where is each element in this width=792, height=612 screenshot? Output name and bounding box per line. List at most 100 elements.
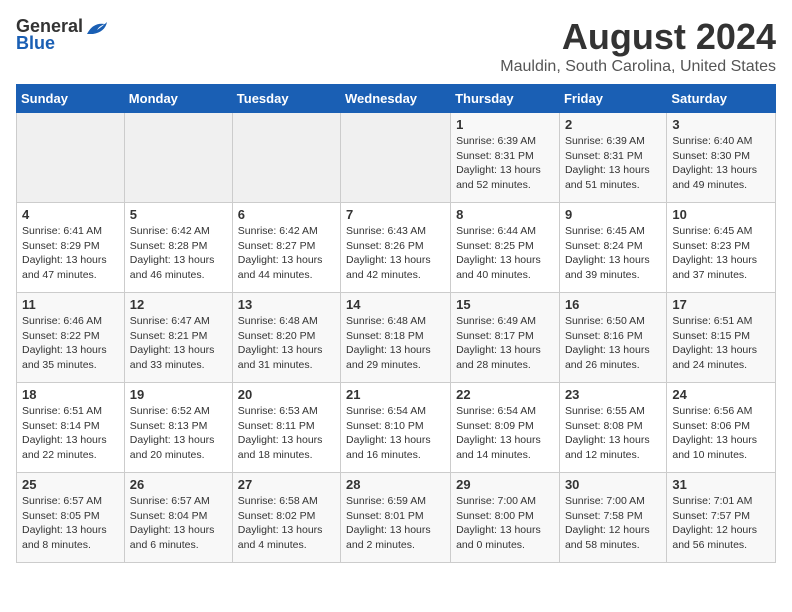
calendar-cell — [341, 113, 451, 203]
day-info: Sunrise: 6:45 AM Sunset: 8:24 PM Dayligh… — [565, 224, 661, 283]
calendar-cell: 3 Sunrise: 6:40 AM Sunset: 8:30 PM Daylig… — [667, 113, 776, 203]
day-info: Sunrise: 6:40 AM Sunset: 8:30 PM Dayligh… — [672, 134, 770, 193]
logo-blue-text: Blue — [16, 33, 55, 54]
calendar-cell: 14 Sunrise: 6:48 AM Sunset: 8:18 PM Dayli… — [341, 293, 451, 383]
day-info: Sunrise: 6:51 AM Sunset: 8:14 PM Dayligh… — [22, 404, 119, 463]
calendar-cell: 21 Sunrise: 6:54 AM Sunset: 8:10 PM Dayli… — [341, 383, 451, 473]
calendar-cell: 12 Sunrise: 6:47 AM Sunset: 8:21 PM Dayli… — [124, 293, 232, 383]
calendar-cell: 29Sunrise: 7:00 AM Sunset: 8:00 PM Dayli… — [451, 473, 560, 563]
day-number: 5 — [130, 207, 227, 222]
day-info: Sunrise: 7:00 AM Sunset: 7:58 PM Dayligh… — [565, 494, 661, 553]
calendar-cell: 24 Sunrise: 6:56 AM Sunset: 8:06 PM Dayli… — [667, 383, 776, 473]
day-number: 9 — [565, 207, 661, 222]
day-info: Sunrise: 6:59 AM Sunset: 8:01 PM Dayligh… — [346, 494, 445, 553]
day-number: 6 — [238, 207, 335, 222]
calendar-week-row: 4 Sunrise: 6:41 AM Sunset: 8:29 PM Daylig… — [17, 203, 776, 293]
day-number: 22 — [456, 387, 554, 402]
day-number: 15 — [456, 297, 554, 312]
day-number: 13 — [238, 297, 335, 312]
day-number: 7 — [346, 207, 445, 222]
calendar-cell: 2 Sunrise: 6:39 AM Sunset: 8:31 PM Daylig… — [559, 113, 666, 203]
day-info: Sunrise: 6:55 AM Sunset: 8:08 PM Dayligh… — [565, 404, 661, 463]
day-info: Sunrise: 6:39 AM Sunset: 8:31 PM Dayligh… — [565, 134, 661, 193]
day-number: 1 — [456, 117, 554, 132]
calendar-cell — [232, 113, 340, 203]
calendar-cell: 6 Sunrise: 6:42 AM Sunset: 8:27 PM Daylig… — [232, 203, 340, 293]
calendar-cell: 8Sunrise: 6:44 AM Sunset: 8:25 PM Daylig… — [451, 203, 560, 293]
calendar-cell: 15 Sunrise: 6:49 AM Sunset: 8:17 PM Dayli… — [451, 293, 560, 383]
calendar-cell: 17 Sunrise: 6:51 AM Sunset: 8:15 PM Dayli… — [667, 293, 776, 383]
calendar-cell: 23 Sunrise: 6:55 AM Sunset: 8:08 PM Dayli… — [559, 383, 666, 473]
calendar-cell: 25Sunrise: 6:57 AM Sunset: 8:05 PM Dayli… — [17, 473, 125, 563]
calendar-cell: 19 Sunrise: 6:52 AM Sunset: 8:13 PM Dayli… — [124, 383, 232, 473]
day-info: Sunrise: 6:47 AM Sunset: 8:21 PM Dayligh… — [130, 314, 227, 373]
day-info: Sunrise: 6:49 AM Sunset: 8:17 PM Dayligh… — [456, 314, 554, 373]
day-info: Sunrise: 6:51 AM Sunset: 8:15 PM Dayligh… — [672, 314, 770, 373]
calendar-cell: 1 Sunrise: 6:39 AM Sunset: 8:31 PM Daylig… — [451, 113, 560, 203]
calendar-week-row: 18 Sunrise: 6:51 AM Sunset: 8:14 PM Dayli… — [17, 383, 776, 473]
calendar-cell: 22Sunrise: 6:54 AM Sunset: 8:09 PM Dayli… — [451, 383, 560, 473]
calendar-cell: 26Sunrise: 6:57 AM Sunset: 8:04 PM Dayli… — [124, 473, 232, 563]
calendar-cell: 28Sunrise: 6:59 AM Sunset: 8:01 PM Dayli… — [341, 473, 451, 563]
calendar-week-row: 25Sunrise: 6:57 AM Sunset: 8:05 PM Dayli… — [17, 473, 776, 563]
day-number: 21 — [346, 387, 445, 402]
day-info: Sunrise: 6:52 AM Sunset: 8:13 PM Dayligh… — [130, 404, 227, 463]
day-number: 3 — [672, 117, 770, 132]
day-number: 4 — [22, 207, 119, 222]
calendar-cell: 13Sunrise: 6:48 AM Sunset: 8:20 PM Dayli… — [232, 293, 340, 383]
day-number: 27 — [238, 477, 335, 492]
weekday-header: Saturday — [667, 85, 776, 113]
day-number: 11 — [22, 297, 119, 312]
calendar-cell — [17, 113, 125, 203]
calendar-cell: 7 Sunrise: 6:43 AM Sunset: 8:26 PM Daylig… — [341, 203, 451, 293]
day-info: Sunrise: 7:00 AM Sunset: 8:00 PM Dayligh… — [456, 494, 554, 553]
day-number: 8 — [456, 207, 554, 222]
weekday-header: Wednesday — [341, 85, 451, 113]
day-info: Sunrise: 6:42 AM Sunset: 8:27 PM Dayligh… — [238, 224, 335, 283]
day-info: Sunrise: 6:42 AM Sunset: 8:28 PM Dayligh… — [130, 224, 227, 283]
weekday-header: Thursday — [451, 85, 560, 113]
weekday-header: Friday — [559, 85, 666, 113]
day-number: 18 — [22, 387, 119, 402]
day-number: 31 — [672, 477, 770, 492]
weekday-header: Sunday — [17, 85, 125, 113]
page-header: General Blue August 2024 Mauldin, South … — [16, 16, 776, 76]
day-info: Sunrise: 7:01 AM Sunset: 7:57 PM Dayligh… — [672, 494, 770, 553]
day-number: 10 — [672, 207, 770, 222]
day-number: 26 — [130, 477, 227, 492]
day-info: Sunrise: 6:41 AM Sunset: 8:29 PM Dayligh… — [22, 224, 119, 283]
calendar-cell: 20 Sunrise: 6:53 AM Sunset: 8:11 PM Dayli… — [232, 383, 340, 473]
calendar-week-row: 11Sunrise: 6:46 AM Sunset: 8:22 PM Dayli… — [17, 293, 776, 383]
day-number: 2 — [565, 117, 661, 132]
day-info: Sunrise: 6:54 AM Sunset: 8:10 PM Dayligh… — [346, 404, 445, 463]
day-number: 24 — [672, 387, 770, 402]
calendar-header-row: SundayMondayTuesdayWednesdayThursdayFrid… — [17, 85, 776, 113]
day-number: 17 — [672, 297, 770, 312]
day-info: Sunrise: 6:58 AM Sunset: 8:02 PM Dayligh… — [238, 494, 335, 553]
day-number: 14 — [346, 297, 445, 312]
calendar-cell: 27 Sunrise: 6:58 AM Sunset: 8:02 PM Dayli… — [232, 473, 340, 563]
day-info: Sunrise: 6:48 AM Sunset: 8:18 PM Dayligh… — [346, 314, 445, 373]
calendar-week-row: 1 Sunrise: 6:39 AM Sunset: 8:31 PM Daylig… — [17, 113, 776, 203]
day-info: Sunrise: 6:53 AM Sunset: 8:11 PM Dayligh… — [238, 404, 335, 463]
calendar-cell: 30Sunrise: 7:00 AM Sunset: 7:58 PM Dayli… — [559, 473, 666, 563]
day-number: 25 — [22, 477, 119, 492]
day-number: 23 — [565, 387, 661, 402]
day-info: Sunrise: 6:45 AM Sunset: 8:23 PM Dayligh… — [672, 224, 770, 283]
title-area: August 2024 Mauldin, South Carolina, Uni… — [500, 16, 776, 76]
day-number: 20 — [238, 387, 335, 402]
day-number: 12 — [130, 297, 227, 312]
calendar-cell — [124, 113, 232, 203]
calendar-cell: 31 Sunrise: 7:01 AM Sunset: 7:57 PM Dayli… — [667, 473, 776, 563]
logo-bird-icon — [85, 20, 107, 36]
calendar-cell: 11Sunrise: 6:46 AM Sunset: 8:22 PM Dayli… — [17, 293, 125, 383]
month-year: August 2024 — [500, 16, 776, 58]
day-info: Sunrise: 6:39 AM Sunset: 8:31 PM Dayligh… — [456, 134, 554, 193]
calendar-cell: 18 Sunrise: 6:51 AM Sunset: 8:14 PM Dayli… — [17, 383, 125, 473]
day-info: Sunrise: 6:43 AM Sunset: 8:26 PM Dayligh… — [346, 224, 445, 283]
day-number: 19 — [130, 387, 227, 402]
weekday-header: Tuesday — [232, 85, 340, 113]
day-info: Sunrise: 6:56 AM Sunset: 8:06 PM Dayligh… — [672, 404, 770, 463]
calendar-cell: 4 Sunrise: 6:41 AM Sunset: 8:29 PM Daylig… — [17, 203, 125, 293]
day-number: 16 — [565, 297, 661, 312]
